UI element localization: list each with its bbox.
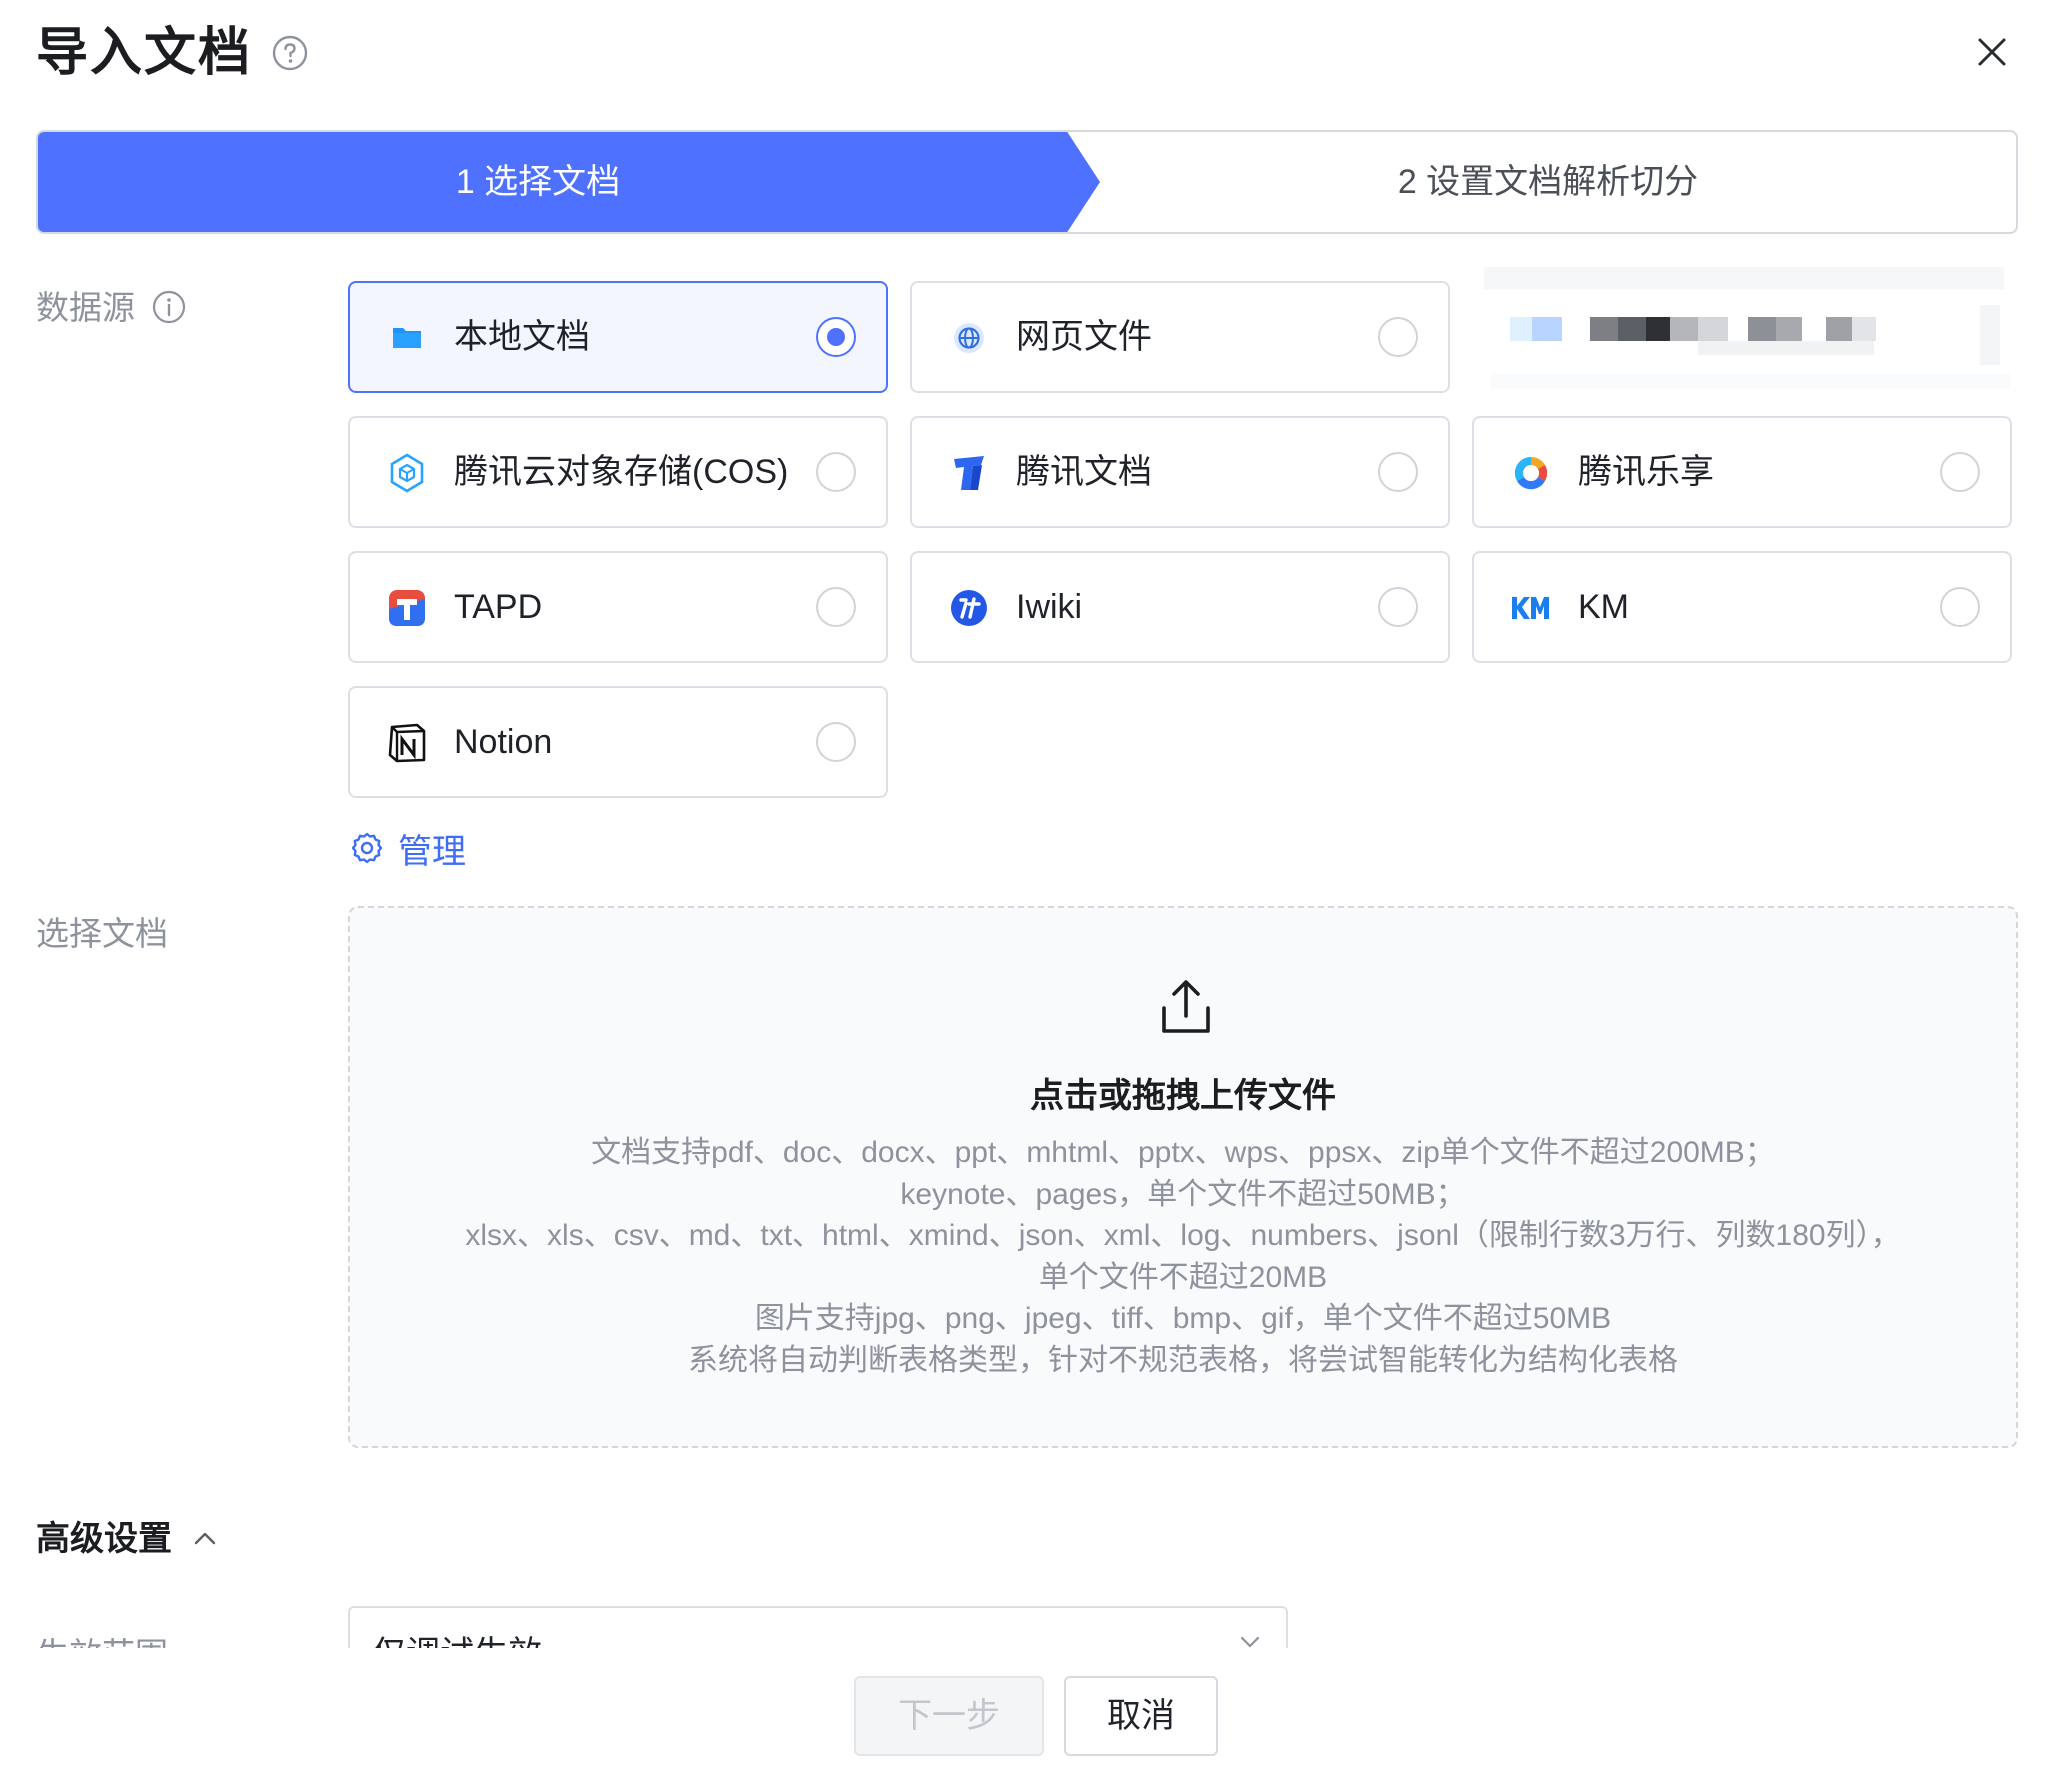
folder-icon: [393, 328, 421, 348]
step-1-label: 1 选择文档: [455, 163, 621, 201]
source-card-km[interactable]: KM: [1472, 551, 2012, 663]
radio-button[interactable]: [1940, 452, 1980, 492]
upload-hint-line: 图片支持jpg、png、jpeg、tiff、bmp、gif，单个文件不超过50M…: [754, 1302, 1612, 1335]
advanced-settings-header[interactable]: 高级设置: [36, 1514, 220, 1564]
upload-hint-line: 系统将自动判断表格类型，针对不规范表格，将尝试智能转化为结构化表格: [688, 1343, 1678, 1377]
source-card-web[interactable]: 网页文件: [910, 281, 1450, 393]
scope-select-value: 仅调试生效: [372, 1626, 542, 1648]
info-icon[interactable]: [152, 290, 186, 324]
source-label: Iwiki: [1016, 588, 1083, 626]
scope-label: 生效范围: [36, 1628, 168, 1648]
select-document-label: 选择文档: [36, 915, 168, 952]
scope-select[interactable]: 仅调试生效: [348, 1606, 1288, 1648]
gear-icon: [351, 832, 383, 864]
radio-button[interactable]: [1378, 317, 1418, 357]
source-label: 腾讯乐享: [1578, 453, 1714, 491]
tapd-icon: [389, 590, 425, 626]
source-label: 腾讯云对象存储(COS): [454, 453, 789, 491]
upload-icon: [1162, 980, 1210, 1033]
source-label: 腾讯文档: [1016, 453, 1152, 491]
chevron-up-icon[interactable]: [190, 1524, 220, 1554]
next-step-button[interactable]: 下一步: [854, 1676, 1044, 1756]
source-card-cos[interactable]: 腾讯云对象存储(COS): [348, 416, 888, 528]
upload-hint-line: keynote、pages，单个文件不超过50MB；: [900, 1177, 1466, 1211]
globe-icon: [954, 323, 984, 353]
upload-dropzone[interactable]: 点击或拖拽上传文件 文档支持pdf、doc、docx、ppt、mhtml、ppt…: [348, 906, 2018, 1448]
source-card-notion[interactable]: Notion: [348, 686, 888, 798]
upload-description: 文档支持pdf、doc、docx、ppt、mhtml、pptx、wps、ppsx…: [350, 1132, 2016, 1381]
radio-button[interactable]: [816, 452, 856, 492]
dialog-title: 导入文档: [36, 24, 253, 82]
source-card-iwiki[interactable]: Iwiki: [910, 551, 1450, 663]
radio-button[interactable]: [1940, 587, 1980, 627]
source-card-lexiang[interactable]: 腾讯乐享: [1472, 416, 2012, 528]
scope-row: 生效范围 仅调试生效: [0, 1596, 2052, 1648]
upload-hint-line: 单个文件不超过20MB: [1038, 1260, 1328, 1294]
radio-button[interactable]: [816, 722, 856, 762]
help-icon[interactable]: [272, 35, 308, 71]
redacted-source-card: [1480, 265, 2020, 395]
chevron-down-icon: [1240, 1636, 1260, 1648]
upload-hint-line: 文档支持pdf、doc、docx、ppt、mhtml、pptx、wps、ppsx…: [591, 1136, 1775, 1169]
manage-label: 管理: [398, 832, 466, 871]
radio-button[interactable]: [816, 587, 856, 627]
source-card-tapd[interactable]: TAPD: [348, 551, 888, 663]
iwiki-icon: [951, 590, 987, 626]
advanced-settings-title: 高级设置: [36, 1520, 172, 1558]
step-indicator: 1 选择文档 2 设置文档解析切分: [36, 130, 2018, 234]
source-label: 本地文档: [454, 318, 590, 356]
cancel-button[interactable]: 取消: [1064, 1676, 1218, 1756]
data-source-label: 数据源: [36, 289, 135, 326]
source-label: KM: [1578, 588, 1629, 626]
step-2-label: 2 设置文档解析切分: [1397, 163, 1699, 201]
source-card-local[interactable]: 本地文档: [348, 281, 888, 393]
lexiang-icon: [1514, 456, 1548, 490]
source-label: Notion: [454, 723, 553, 761]
manage-link[interactable]: 管理: [350, 824, 466, 872]
cos-icon: [390, 453, 424, 493]
upload-hint-line: xlsx、xls、csv、md、txt、html、xmind、json、xml、…: [465, 1219, 1901, 1252]
radio-button[interactable]: [816, 317, 856, 357]
source-label: TAPD: [454, 588, 543, 626]
radio-button[interactable]: [1378, 452, 1418, 492]
radio-button[interactable]: [1378, 587, 1418, 627]
upload-title: 点击或拖拽上传文件: [1030, 1077, 1336, 1115]
source-label: 网页文件: [1016, 318, 1152, 356]
tencent-docs-icon: [954, 456, 984, 490]
notion-icon: [388, 723, 426, 763]
km-icon: [1512, 597, 1549, 619]
source-card-tencent-docs[interactable]: 腾讯文档: [910, 416, 1450, 528]
close-icon[interactable]: [1970, 30, 2014, 74]
